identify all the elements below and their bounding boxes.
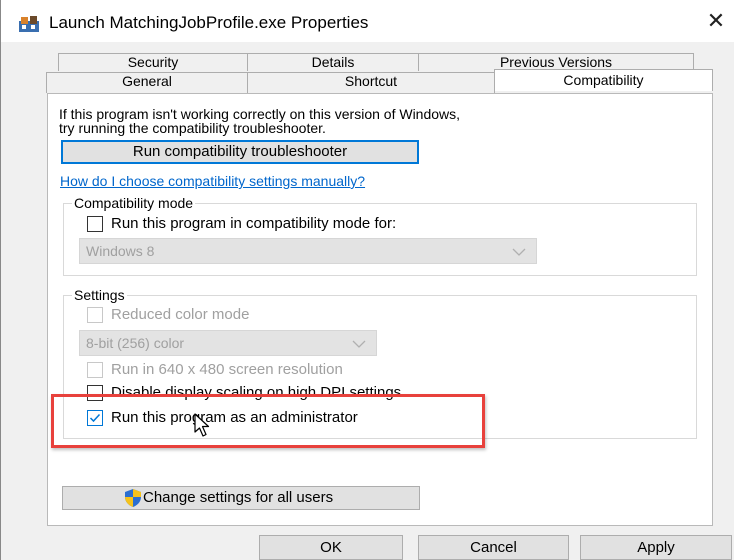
tab-details[interactable]: Details (247, 53, 419, 71)
properties-dialog: Launch MatchingJobProfile.exe Properties… (0, 0, 734, 560)
tab-compatibility[interactable]: Compatibility (494, 69, 713, 91)
mouse-cursor-icon (194, 413, 210, 437)
reduced-color-label: Reduced color mode (111, 306, 250, 323)
shield-icon (125, 489, 141, 507)
run-troubleshooter-button[interactable]: Run compatibility troubleshooter (61, 140, 419, 164)
chevron-down-icon (512, 248, 526, 256)
resolution-checkbox[interactable] (87, 362, 103, 378)
title-bar[interactable]: Launch MatchingJobProfile.exe Properties… (1, 0, 734, 42)
cancel-button[interactable]: Cancel (418, 535, 569, 560)
chevron-down-icon (352, 340, 366, 348)
compatibility-mode-label: Compatibility mode (72, 195, 196, 211)
reduced-color-checkbox[interactable] (87, 307, 103, 323)
settings-label: Settings (72, 287, 127, 303)
color-mode-select[interactable]: 8-bit (256) color (79, 330, 377, 356)
intro-line-2: try running the compatibility troublesho… (59, 120, 326, 136)
tab-general[interactable]: General (46, 72, 248, 93)
change-settings-all-users-button[interactable]: Change settings for all users (62, 486, 420, 510)
tab-security[interactable]: Security (58, 53, 248, 71)
window-title: Launch MatchingJobProfile.exe Properties (49, 13, 369, 32)
ok-button[interactable]: OK (259, 535, 403, 560)
tab-shortcut[interactable]: Shortcut (247, 72, 495, 93)
close-icon[interactable]: ✕ (704, 10, 728, 34)
compatibility-mode-checkbox[interactable] (87, 216, 103, 232)
os-version-select[interactable]: Windows 8 (79, 238, 537, 264)
highlight-box (51, 394, 485, 448)
compatibility-mode-checkbox-label: Run this program in compatibility mode f… (111, 215, 397, 232)
app-icon (19, 16, 39, 32)
change-settings-all-users-label: Change settings for all users (143, 489, 334, 506)
intro-line-1: If this program isn't working correctly … (59, 106, 461, 122)
color-mode-value: 8-bit (256) color (86, 335, 185, 351)
apply-button[interactable]: Apply (580, 535, 732, 560)
resolution-label: Run in 640 x 480 screen resolution (111, 361, 343, 378)
help-link[interactable]: How do I choose compatibility settings m… (60, 173, 365, 189)
os-version-value: Windows 8 (86, 243, 155, 259)
intro-text: If this program isn't working correctly … (59, 107, 679, 135)
